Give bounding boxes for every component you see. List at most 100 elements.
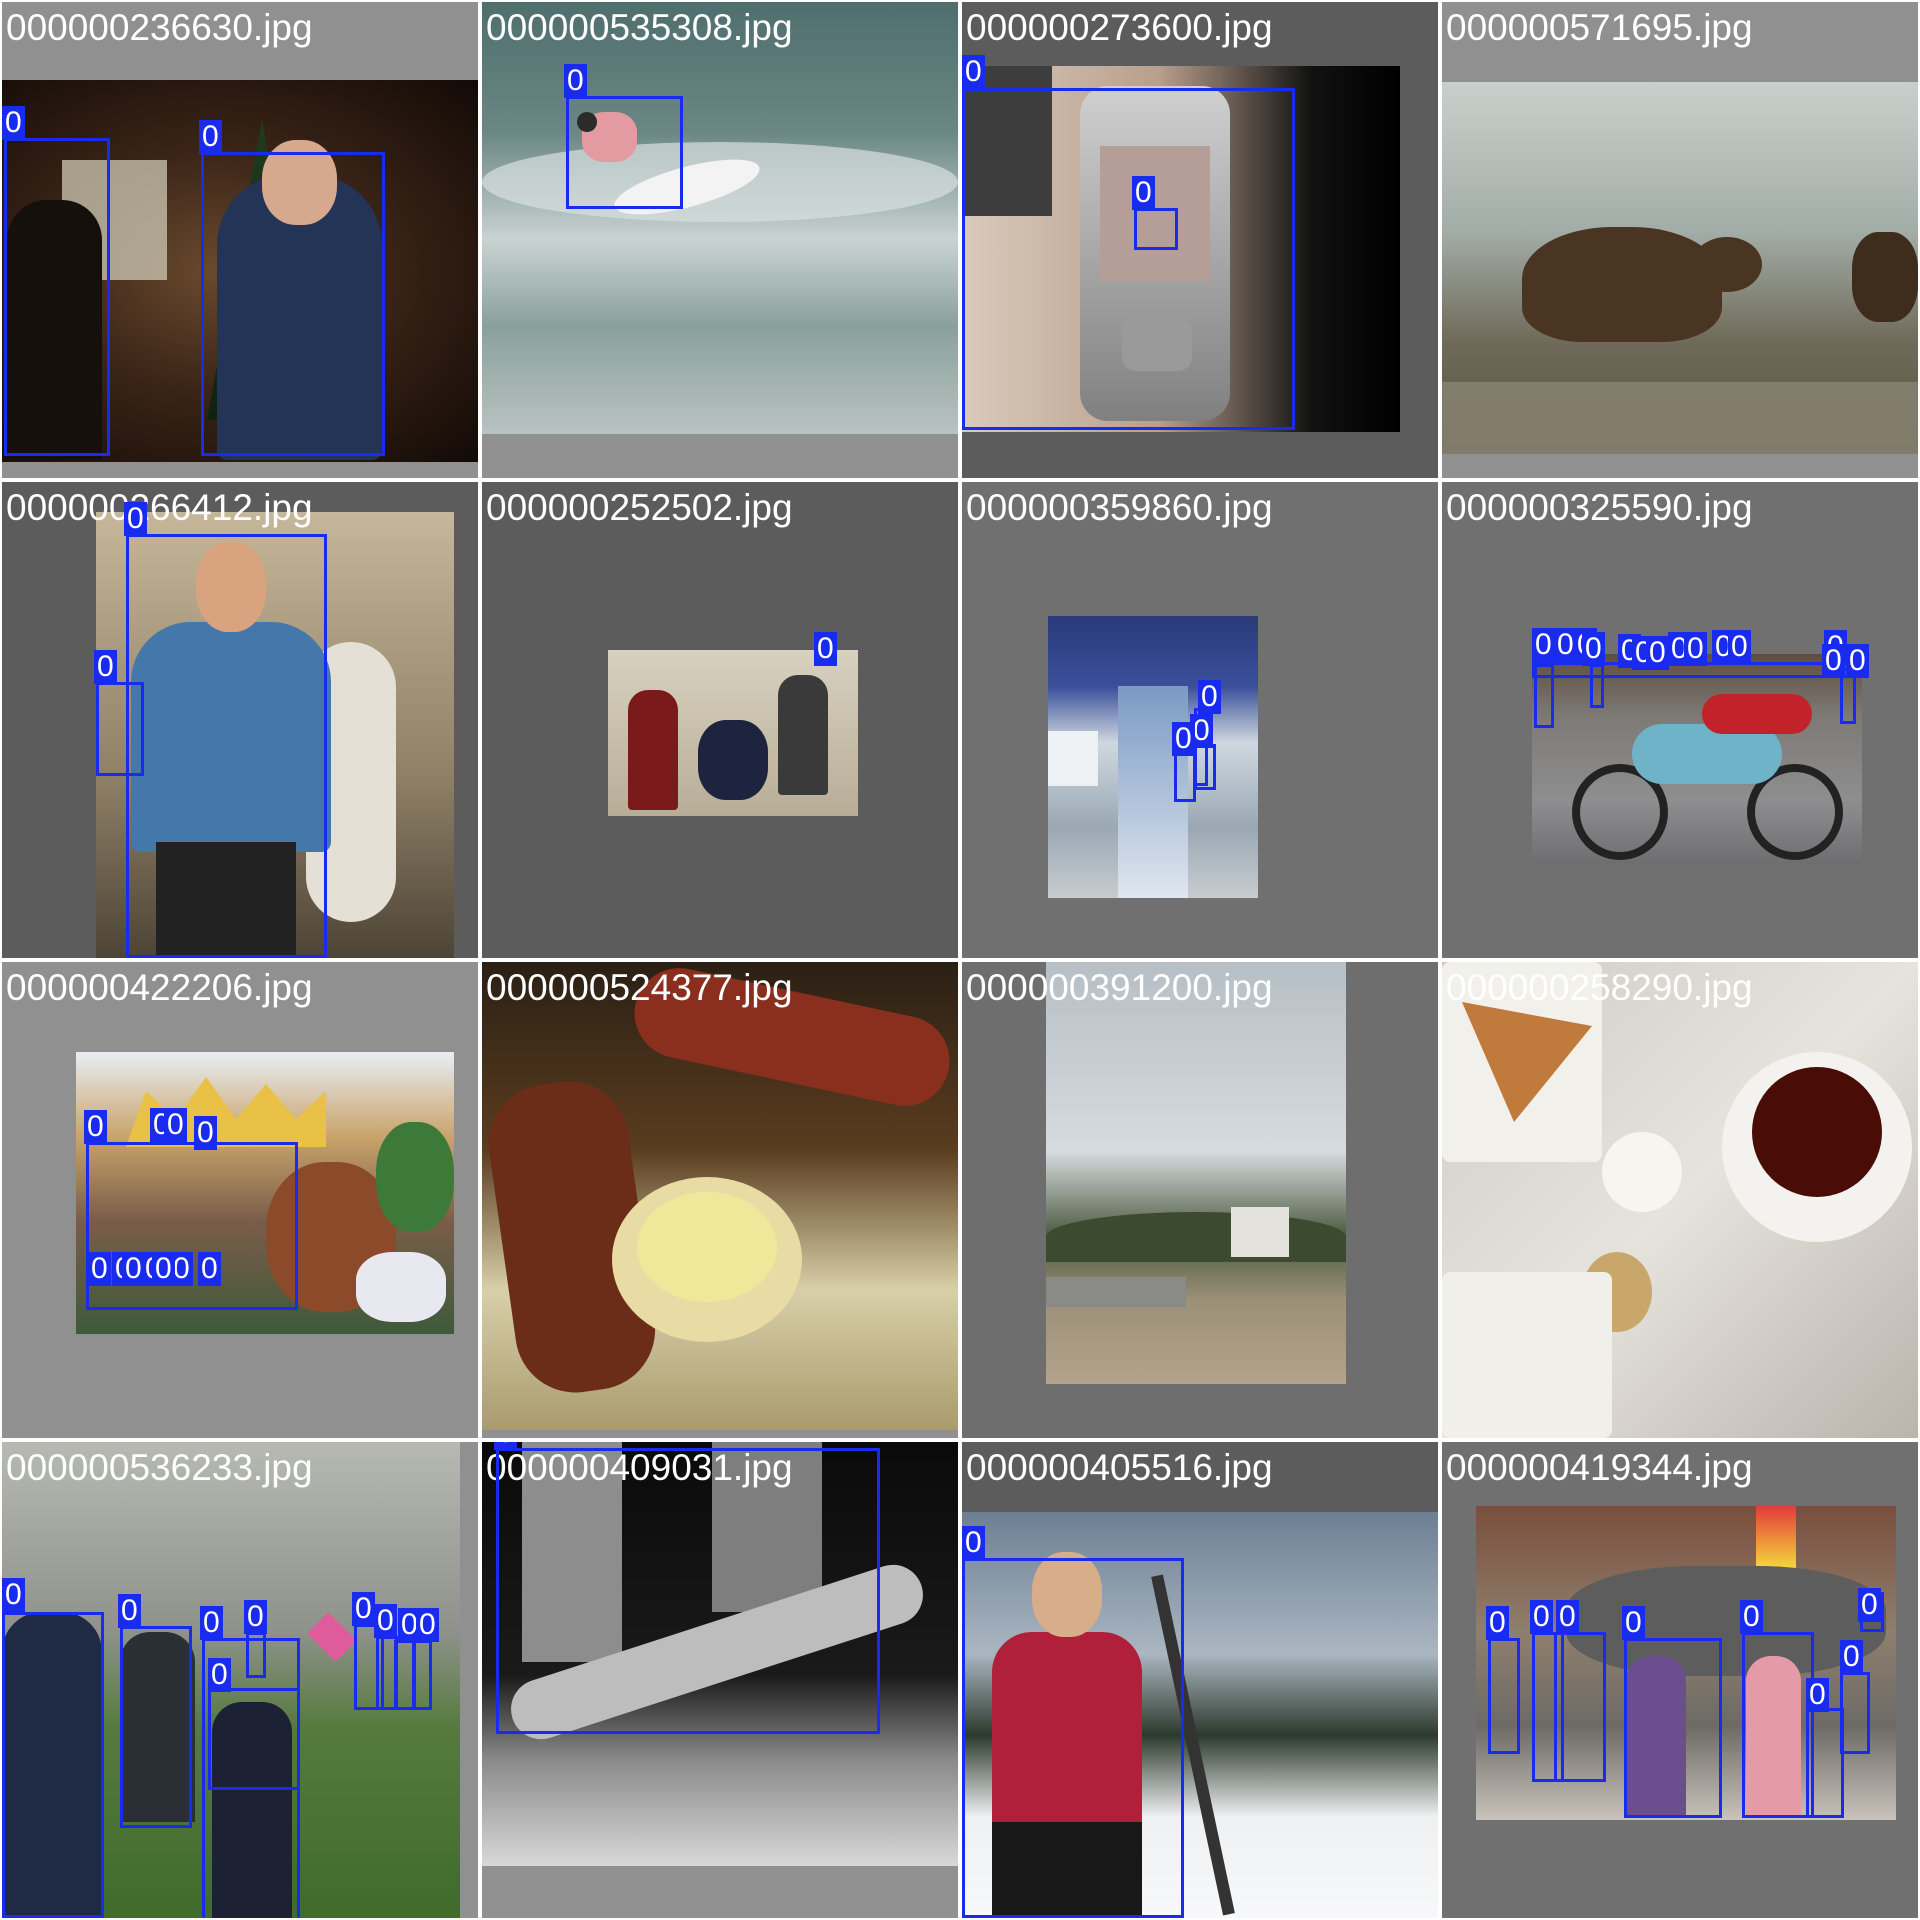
detection-label: 0 [124, 502, 147, 536]
detection-box [1534, 664, 1554, 728]
tile-filename: 000000535308.jpg [486, 7, 793, 48]
detection-box [126, 534, 327, 958]
detection-box [96, 682, 144, 776]
detection-label: 0 [1806, 1678, 1829, 1712]
tile-13: 000000536233.jpg 0 0 0 0 0 0 0 0 0 [2, 1442, 478, 1918]
detection-label: 0 [1532, 628, 1555, 662]
detection-label: 0 [84, 1110, 107, 1144]
photo-coffee-table [1442, 962, 1918, 1438]
tile-4: 000000571695.jpg [1442, 2, 1918, 478]
tile-14: 000000409031.jpg 0 [482, 1442, 958, 1918]
detection-label: 0 [199, 120, 222, 154]
tile-7: 000000359860.jpg 0 0 0 [962, 482, 1438, 958]
tile-filename: 000000571695.jpg [1446, 7, 1753, 48]
detection-label: 0 [244, 1600, 267, 1634]
detection-label: 0 [814, 632, 837, 666]
tile-5: 000000266412.jpg 0 0 [2, 482, 478, 958]
detection-box [1590, 664, 1604, 708]
tile-filename: 000000405516.jpg [966, 1447, 1273, 1488]
tile-filename: 000000524377.jpg [486, 967, 793, 1008]
tile-2: 000000535308.jpg 0 [482, 2, 958, 478]
detection-label: 0 [962, 1526, 985, 1560]
detection-box [1554, 1632, 1606, 1782]
detection-label: 0 [1728, 630, 1751, 664]
detection-box [1174, 752, 1196, 802]
detection-label: 0 [152, 1252, 175, 1286]
detection-label: 0 [494, 1442, 517, 1450]
detection-label: 0 [1486, 1606, 1509, 1640]
photo-food-plate [482, 962, 958, 1430]
photo-motorcycles [1532, 654, 1862, 864]
detection-label: 0 [198, 1252, 221, 1286]
photo-dirt-road-sign [1046, 962, 1346, 1384]
tile-filename: 000000536233.jpg [6, 1447, 313, 1488]
detection-box [246, 1632, 266, 1678]
detection-label: 0 [164, 1108, 187, 1142]
tile-filename: 000000258290.jpg [1446, 967, 1753, 1008]
detection-box [201, 152, 385, 456]
tile-filename: 000000273600.jpg [966, 7, 1273, 48]
tile-filename: 000000359860.jpg [966, 487, 1273, 528]
detection-box [4, 138, 110, 456]
detection-label: 0 [374, 1604, 397, 1638]
detection-label: 0 [1740, 1600, 1763, 1634]
detection-box [1624, 1638, 1722, 1818]
photo-teddy-bears [608, 650, 858, 816]
detection-label: 0 [118, 1594, 141, 1628]
tile-filename: 000000236630.jpg [6, 7, 313, 48]
detection-label: 0 [194, 1116, 217, 1150]
detection-box [566, 96, 683, 209]
detection-label: 0 [1132, 176, 1155, 210]
detection-label: 0 [1582, 632, 1605, 666]
detection-label: 0 [1530, 1600, 1553, 1634]
detection-label: 0 [1646, 636, 1669, 670]
detection-label: 0 [352, 1592, 375, 1626]
tile-9: 000000422206.jpg 0 0 0 0 0 0 0 0 0 0 0 [2, 962, 478, 1438]
photo-bears [1442, 82, 1918, 454]
detection-box [1488, 1638, 1520, 1754]
tile-11: 000000391200.jpg [962, 962, 1438, 1438]
detection-box [120, 1626, 192, 1828]
detection-label: 0 [1684, 632, 1707, 666]
detection-box [962, 88, 1295, 430]
detection-label: 0 [1846, 644, 1869, 678]
tile-6: 000000252502.jpg 0 [482, 482, 958, 958]
tile-16: 000000419344.jpg 0 0 0 0 0 0 0 0 [1442, 1442, 1918, 1918]
tile-filename: 000000325590.jpg [1446, 487, 1753, 528]
mosaic-grid: 000000236630.jpg 0 0 000000535308.jpg 0 … [0, 0, 1920, 1920]
detection-box [412, 1640, 432, 1710]
detection-box [1840, 1672, 1870, 1754]
detection-box [2, 1612, 104, 1918]
tile-filename: 000000252502.jpg [486, 487, 793, 528]
detection-box [208, 1688, 300, 1790]
tile-8: 000000325590.jpg 0 0 0 0 0 0 0 0 0 0 0 0… [1442, 482, 1918, 958]
detection-label: 0 [1858, 1588, 1881, 1622]
detection-box [496, 1448, 880, 1734]
photo-surfer [482, 2, 958, 434]
tile-12: 000000258290.jpg [1442, 962, 1918, 1438]
detection-box [962, 1558, 1184, 1918]
detection-label: 0 [1822, 644, 1845, 678]
detection-label: 0 [94, 650, 117, 684]
detection-label: 0 [2, 1578, 25, 1612]
tile-1: 000000236630.jpg 0 0 [2, 2, 478, 478]
detection-box [1806, 1708, 1844, 1818]
detection-label: 0 [2, 106, 25, 140]
detection-label: 0 [208, 1658, 231, 1692]
detection-label: 0 [88, 1252, 111, 1286]
detection-label: 0 [1172, 722, 1195, 756]
detection-box [1134, 208, 1178, 250]
photo-airplane-stairs [1048, 616, 1258, 898]
detection-label: 0 [962, 55, 985, 89]
tile-15: 000000405516.jpg 0 [962, 1442, 1438, 1918]
detection-label: 0 [564, 64, 587, 98]
detection-label: 0 [122, 1252, 145, 1286]
detection-label: 0 [1622, 1606, 1645, 1640]
tile-filename: 000000266412.jpg [6, 487, 313, 528]
tile-filename: 000000391200.jpg [966, 967, 1273, 1008]
detection-label: 0 [416, 1608, 439, 1642]
detection-label: 0 [1840, 1640, 1863, 1674]
detection-label: 0 [1198, 680, 1221, 714]
tile-3: 000000273600.jpg 0 0 [962, 2, 1438, 478]
tile-filename: 000000419344.jpg [1446, 1447, 1753, 1488]
